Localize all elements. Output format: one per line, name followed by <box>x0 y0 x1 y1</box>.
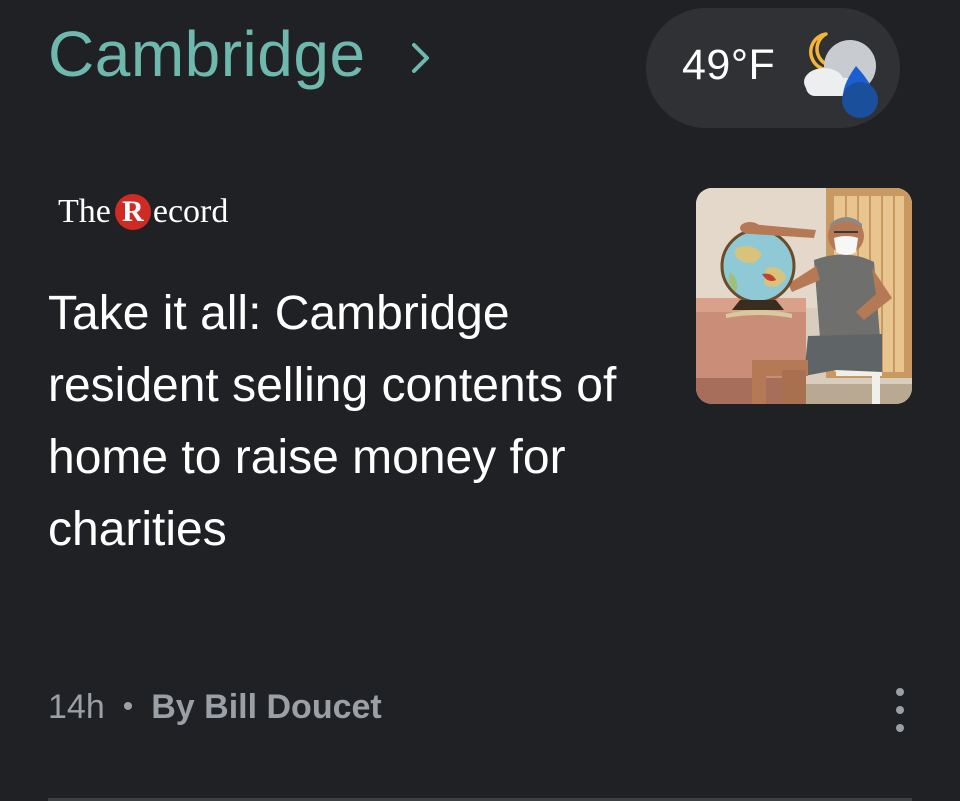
meta-separator: • <box>122 690 134 723</box>
chevron-right-icon[interactable] <box>410 41 432 75</box>
more-vert-icon[interactable] <box>884 688 916 732</box>
more-dot <box>896 724 904 732</box>
article-thumbnail[interactable] <box>696 188 912 404</box>
weather-chip[interactable]: 49°F <box>646 8 900 128</box>
location-header[interactable]: Cambridge <box>48 22 432 86</box>
weather-temperature: 49°F <box>682 41 776 89</box>
article-meta: 14h • By Bill Doucet <box>48 690 382 724</box>
publisher-suffix: ecord <box>152 193 229 230</box>
publisher-prefix: The <box>58 193 111 230</box>
location-title[interactable]: Cambridge <box>48 22 366 86</box>
man-holding-globe-photo <box>696 188 912 404</box>
publisher-logo-mark: R <box>114 194 151 230</box>
more-dot <box>896 688 904 696</box>
publisher-logo: The R ecord <box>58 194 228 230</box>
article-age: 14h <box>48 688 105 726</box>
partly-cloudy-night-rain-icon <box>796 26 882 118</box>
article-headline[interactable]: Take it all: Cambridge resident selling … <box>48 278 618 566</box>
news-card: Cambridge 49°F The R ecord Take it all: … <box>0 0 960 801</box>
more-dot <box>896 706 904 714</box>
article-byline: By Bill Doucet <box>151 688 382 726</box>
